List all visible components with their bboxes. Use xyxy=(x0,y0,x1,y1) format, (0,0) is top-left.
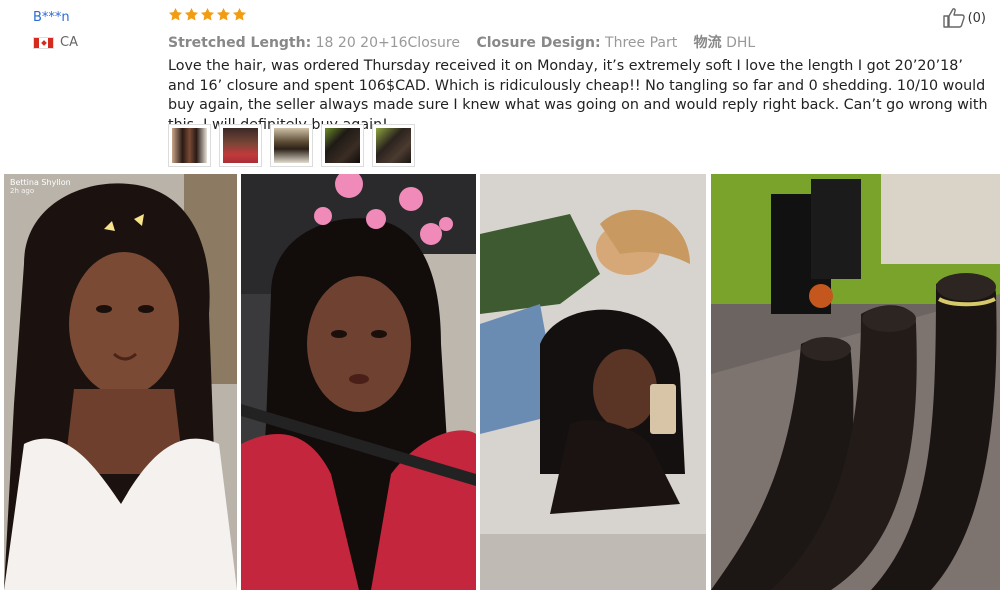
review-photo[interactable]: Bettina Shyllon 2h ago xyxy=(4,174,237,590)
review-thumbnail[interactable] xyxy=(321,124,364,167)
spec-label: 物流 xyxy=(693,35,722,51)
star-rating xyxy=(168,7,247,22)
hair-bundles-image xyxy=(711,174,1000,590)
star-icon xyxy=(184,7,199,21)
review-thumbnail[interactable] xyxy=(219,124,262,167)
photo-caption: Bettina Shyllon 2h ago xyxy=(10,178,71,195)
selfie-image xyxy=(4,174,237,590)
car-selfie-image xyxy=(241,174,476,590)
spec-label: Stretched Length: xyxy=(168,35,312,51)
helpful-button[interactable]: (0) xyxy=(942,7,986,29)
country-code: CA xyxy=(60,35,78,50)
reviewer-country: CA xyxy=(33,35,78,50)
caption-time: 2h ago xyxy=(10,187,35,195)
product-specs: Stretched Length: 18 20 20+16Closure Clo… xyxy=(168,32,767,52)
review-thumbnails xyxy=(168,124,415,167)
review-photo[interactable] xyxy=(711,174,1000,590)
spec-value: 18 20 20+16Closure xyxy=(315,35,460,51)
star-icon xyxy=(232,7,247,21)
helpful-count: (0) xyxy=(967,10,986,26)
reviewer-info: B***n xyxy=(33,6,70,25)
star-icon xyxy=(200,7,215,21)
spec-label: Closure Design: xyxy=(476,35,601,51)
review-photo[interactable] xyxy=(241,174,476,590)
star-icon xyxy=(168,7,183,21)
caption-name: Bettina Shyllon xyxy=(10,178,71,187)
review-photo[interactable] xyxy=(480,174,706,590)
review-thumbnail[interactable] xyxy=(168,124,211,167)
review-thumbnail[interactable] xyxy=(270,124,313,167)
reviewer-name: B***n xyxy=(33,10,70,25)
review-thumbnail[interactable] xyxy=(372,124,415,167)
thumbs-up-icon xyxy=(942,8,965,28)
star-icon xyxy=(216,7,231,21)
spec-value: Three Part xyxy=(605,35,678,51)
mirror-selfie-image xyxy=(480,174,706,590)
canada-flag-icon xyxy=(33,36,54,49)
spec-value: DHL xyxy=(726,35,756,51)
